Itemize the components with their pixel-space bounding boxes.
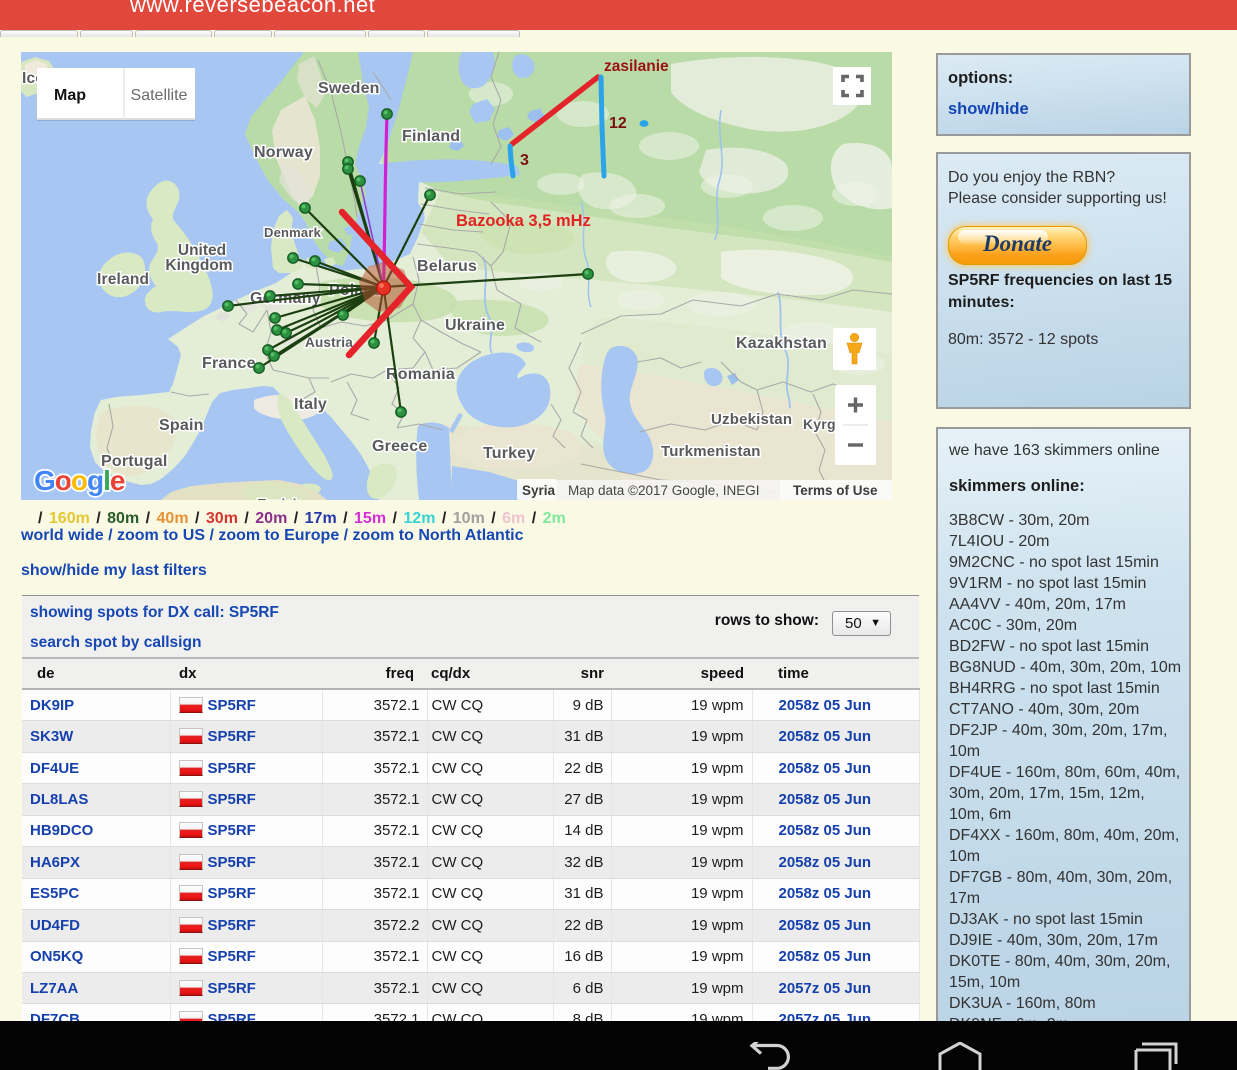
svg-text:Turkmenistan: Turkmenistan — [661, 443, 761, 460]
svg-text:Spain: Spain — [159, 417, 204, 434]
svg-text:Turkey: Turkey — [483, 445, 535, 462]
svg-text:Ireland: Ireland — [97, 271, 149, 288]
svg-text:Sweden: Sweden — [318, 80, 380, 97]
svg-text:Terms of Use: Terms of Use — [793, 483, 878, 498]
svg-text:Belarus: Belarus — [417, 258, 477, 275]
svg-text:Syria: Syria — [522, 483, 556, 498]
svg-text:Norway: Norway — [254, 144, 313, 161]
svg-text:France: France — [202, 355, 256, 372]
svg-text:12: 12 — [609, 115, 627, 132]
svg-text:Map: Map — [54, 87, 86, 104]
svg-text:Map data ©2017 Google, INEGI: Map data ©2017 Google, INEGI — [568, 483, 760, 498]
svg-text:Kazakhstan: Kazakhstan — [736, 335, 827, 352]
svg-text:Kyrg: Kyrg — [803, 416, 836, 432]
svg-text:Austria: Austria — [305, 335, 353, 350]
svg-text:Bazooka 3,5 mHz: Bazooka 3,5 mHz — [456, 212, 591, 230]
svg-text:Tunisia: Tunisia — [258, 496, 305, 500]
svg-text:3: 3 — [520, 152, 529, 169]
svg-text:Satellite: Satellite — [131, 87, 188, 104]
svg-text:Uzbekistan: Uzbekistan — [711, 411, 792, 428]
svg-text:Ukraine: Ukraine — [445, 317, 505, 334]
svg-text:Denmark: Denmark — [264, 225, 322, 240]
svg-text:Greece: Greece — [372, 438, 427, 455]
svg-text:Google: Google — [34, 465, 125, 496]
svg-text:Finland: Finland — [402, 128, 460, 145]
svg-text:Kingdom: Kingdom — [165, 257, 232, 274]
svg-text:zasilanie: zasilanie — [604, 58, 669, 75]
svg-text:Italy: Italy — [294, 396, 327, 413]
